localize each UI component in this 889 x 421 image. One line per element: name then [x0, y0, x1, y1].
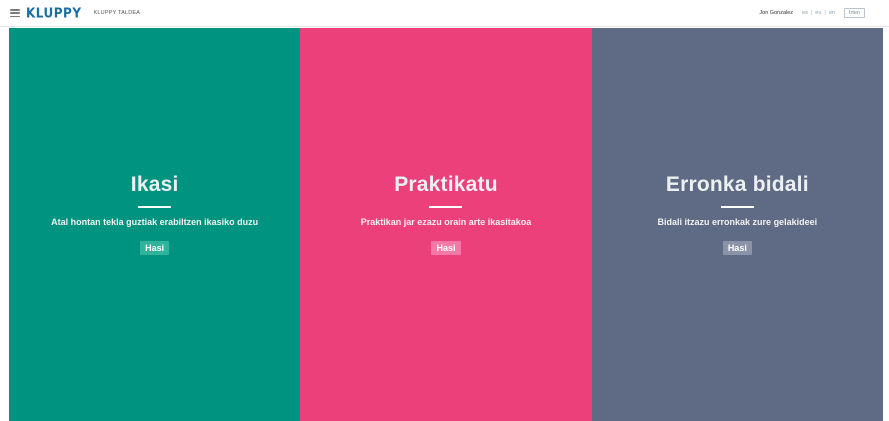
language-eu-link[interactable]: eu [815, 10, 821, 16]
start-practice-button[interactable]: Hasi [431, 241, 461, 255]
title-divider [429, 206, 463, 208]
panel-description: Praktikan jar ezazu orain arte ikasitako… [360, 217, 532, 227]
language-separator: | [810, 10, 813, 16]
start-learning-button[interactable]: Hasi [140, 241, 170, 255]
user-name: Jon Gonzalez [759, 10, 794, 16]
panel-title: Praktikatu [394, 173, 498, 196]
panel-description: Atal hontan tekla guztiak erabiltzen ika… [51, 217, 259, 227]
team-name: KLUPPY TALDEA [93, 10, 141, 16]
title-divider [720, 206, 754, 208]
panel-title: Ikasi [130, 173, 179, 196]
panel-erronka-bidali: Erronka bidali Bidali itzazu erronkak zu… [591, 28, 883, 421]
top-bar: KLUPPY KLUPPY TALDEA Jon Gonzalez es | e… [0, 0, 889, 27]
language-es-link[interactable]: es [802, 10, 808, 16]
panel-title: Erronka bidali [665, 173, 809, 196]
panel-content: Ikasi Atal hontan tekla guztiak erabiltz… [9, 173, 300, 255]
panel-description: Bidali itzazu erronkak zure gelakideei [657, 217, 818, 227]
panel-content: Erronka bidali Bidali itzazu erronkak zu… [592, 173, 883, 255]
top-bar-left: KLUPPY KLUPPY TALDEA [10, 5, 141, 21]
start-challenge-button[interactable]: Hasi [722, 241, 752, 255]
hamburger-menu-icon[interactable] [10, 9, 20, 17]
panel-praktikatu: Praktikatu Praktikan jar ezazu orain art… [300, 28, 592, 421]
app-logo[interactable]: KLUPPY [26, 5, 82, 20]
mode-panels: Ikasi Atal hontan tekla guztiak erabiltz… [9, 28, 883, 421]
panel-content: Praktikatu Praktikan jar ezazu orain art… [300, 173, 591, 255]
language-en-link[interactable]: en [829, 10, 835, 16]
top-bar-right: Jon Gonzalez es | eu | en Irten [759, 8, 865, 18]
exit-button[interactable]: Irten [843, 8, 865, 18]
language-separator: | [824, 10, 826, 16]
panel-ikasi: Ikasi Atal hontan tekla guztiak erabiltz… [9, 28, 301, 421]
title-divider [138, 206, 172, 208]
